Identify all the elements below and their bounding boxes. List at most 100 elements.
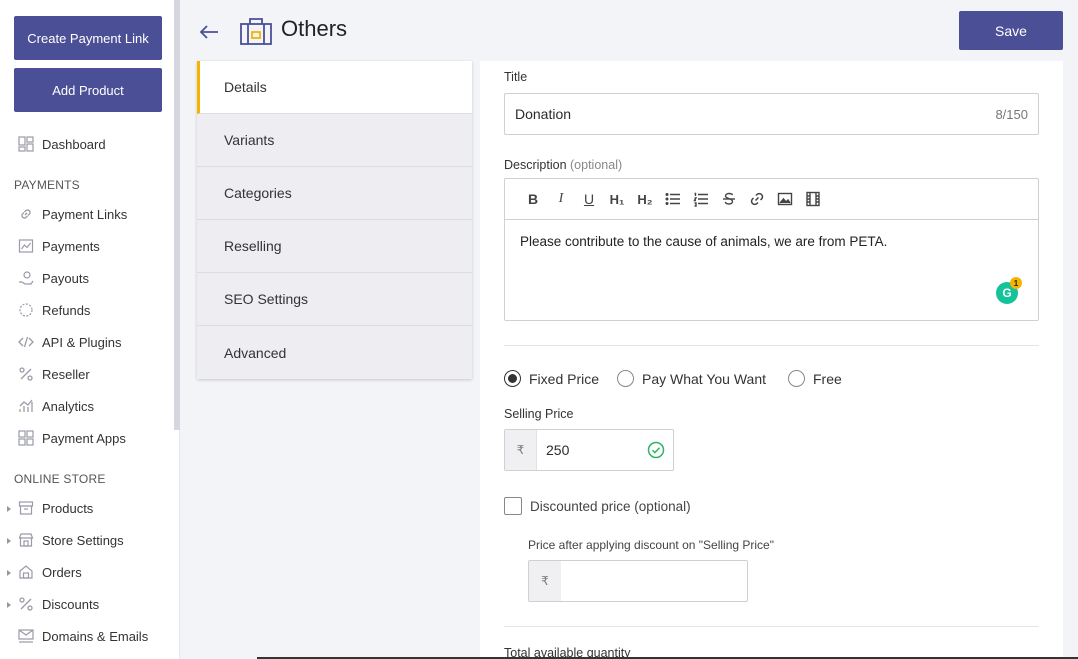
- link-icon: [18, 206, 34, 222]
- orders-icon: [18, 564, 34, 580]
- sidebar-item-label: Store Settings: [42, 532, 124, 548]
- sidebar: Create Payment Link Add Product Dashboar…: [0, 0, 180, 659]
- sidebar-item-discounts[interactable]: Discounts: [18, 596, 99, 612]
- apps-grid-icon: [18, 430, 34, 446]
- sidebar-item-label: Products: [42, 500, 94, 516]
- discount-icon: [18, 596, 34, 612]
- analytics-icon: [18, 398, 34, 414]
- sidebar-item-label: Payments: [42, 238, 100, 254]
- box-icon: [18, 500, 34, 516]
- section-tabs: Details Variants Categories Reselling SE…: [197, 61, 472, 379]
- tab-advanced[interactable]: Advanced: [197, 326, 472, 379]
- description-editor: B I U H₁ H₂ Please contribute to the cau…: [504, 178, 1039, 321]
- divider: [504, 626, 1039, 627]
- strikethrough-icon[interactable]: [715, 187, 743, 211]
- sidebar-item-label: Orders: [42, 564, 82, 580]
- description-text[interactable]: Please contribute to the cause of animal…: [505, 220, 1038, 263]
- tab-reselling[interactable]: Reselling: [197, 220, 472, 273]
- dashboard-icon: [18, 136, 34, 152]
- chevron-right-icon[interactable]: [7, 570, 11, 576]
- sidebar-item-payments[interactable]: Payments: [18, 238, 100, 254]
- bullet-list-icon[interactable]: [659, 187, 687, 211]
- tab-variants[interactable]: Variants: [197, 114, 472, 167]
- radio-label: Fixed Price: [529, 370, 600, 387]
- chevron-right-icon[interactable]: [7, 538, 11, 544]
- selling-price-input[interactable]: ₹ 250: [504, 429, 674, 471]
- sidebar-item-orders[interactable]: Orders: [18, 564, 82, 580]
- chevron-right-icon[interactable]: [7, 506, 11, 512]
- sidebar-item-label: Refunds: [42, 302, 91, 318]
- sidebar-item-reseller[interactable]: Reseller: [18, 366, 90, 382]
- description-label-text: Description: [504, 158, 567, 172]
- check-circle-icon: [647, 441, 665, 459]
- payments-section-label: PAYMENTS: [14, 178, 80, 192]
- briefcase-icon: [239, 16, 273, 46]
- checkbox-label: Discounted price (optional): [530, 498, 691, 514]
- discounted-price-input[interactable]: ₹: [528, 560, 748, 602]
- sidebar-item-store-settings[interactable]: Store Settings: [18, 532, 124, 548]
- chevron-right-icon[interactable]: [7, 602, 11, 608]
- italic-button[interactable]: I: [547, 187, 575, 211]
- back-arrow-icon[interactable]: [198, 22, 220, 42]
- sidebar-item-products[interactable]: Products: [18, 500, 93, 516]
- sidebar-item-payouts[interactable]: Payouts: [18, 270, 89, 286]
- description-optional: (optional): [570, 158, 623, 172]
- grammarly-badge: 1: [1010, 277, 1022, 289]
- sidebar-item-label: Dashboard: [42, 136, 106, 152]
- editor-toolbar: B I U H₁ H₂: [505, 179, 1038, 220]
- percent-icon: [18, 366, 34, 382]
- payout-hand-icon: [18, 270, 34, 286]
- tab-seo-settings[interactable]: SEO Settings: [197, 273, 472, 326]
- online-store-section-label: ONLINE STORE: [14, 472, 106, 486]
- create-payment-link-button[interactable]: Create Payment Link: [14, 16, 162, 60]
- chart-icon: [18, 238, 34, 254]
- link-icon[interactable]: [743, 187, 771, 211]
- sidebar-item-label: Analytics: [42, 398, 95, 414]
- refund-icon: [18, 302, 34, 318]
- sidebar-item-refunds[interactable]: Refunds: [18, 302, 90, 318]
- title-input[interactable]: Donation 8/150: [504, 93, 1039, 135]
- code-icon: [18, 334, 34, 350]
- save-button[interactable]: Save: [959, 11, 1063, 50]
- sidebar-item-payment-apps[interactable]: Payment Apps: [18, 430, 126, 446]
- sidebar-item-label: API & Plugins: [42, 334, 122, 350]
- underline-button[interactable]: U: [575, 187, 603, 211]
- selling-price-value: 250: [546, 442, 570, 458]
- sidebar-item-domains-emails[interactable]: Domains & Emails: [18, 628, 148, 644]
- store-icon: [18, 532, 34, 548]
- radio-circle: [504, 370, 521, 387]
- image-icon[interactable]: [771, 187, 799, 211]
- radio-label: Free: [813, 370, 842, 387]
- sidebar-scrollbar[interactable]: [174, 0, 180, 430]
- tab-categories[interactable]: Categories: [197, 167, 472, 220]
- radio-pay-what-you-want[interactable]: Pay What You Want: [617, 370, 766, 387]
- sidebar-item-dashboard[interactable]: Dashboard: [18, 136, 106, 152]
- discounted-price-checkbox[interactable]: Discounted price (optional): [504, 497, 691, 515]
- sidebar-item-api-plugins[interactable]: API & Plugins: [18, 334, 122, 350]
- description-label: Description (optional): [504, 158, 622, 172]
- heading1-button[interactable]: H₁: [603, 187, 631, 211]
- tab-details[interactable]: Details: [197, 61, 472, 114]
- sidebar-item-payment-links[interactable]: Payment Links: [18, 206, 127, 222]
- radio-circle: [788, 370, 805, 387]
- radio-fixed-price[interactable]: Fixed Price: [504, 370, 599, 387]
- heading2-button[interactable]: H₂: [631, 187, 659, 211]
- video-icon[interactable]: [799, 187, 827, 211]
- title-value: Donation: [515, 106, 572, 122]
- sidebar-item-analytics[interactable]: Analytics: [18, 398, 94, 414]
- add-product-button[interactable]: Add Product: [14, 68, 162, 112]
- title-char-count: 8/150: [995, 106, 1028, 122]
- selling-price-label: Selling Price: [504, 407, 574, 421]
- radio-circle: [617, 370, 634, 387]
- sidebar-item-label: Payment Apps: [42, 430, 126, 446]
- bold-button[interactable]: B: [519, 187, 547, 211]
- discount-hint: Price after applying discount on "Sellin…: [528, 538, 774, 552]
- checkbox-box: [504, 497, 522, 515]
- numbered-list-icon[interactable]: [687, 187, 715, 211]
- sidebar-item-label: Reseller: [42, 366, 90, 382]
- radio-free[interactable]: Free: [788, 370, 842, 387]
- sidebar-item-label: Discounts: [42, 596, 100, 612]
- divider: [504, 345, 1039, 346]
- page-title: Others: [281, 16, 348, 41]
- grammarly-icon[interactable]: G 1: [996, 277, 1022, 304]
